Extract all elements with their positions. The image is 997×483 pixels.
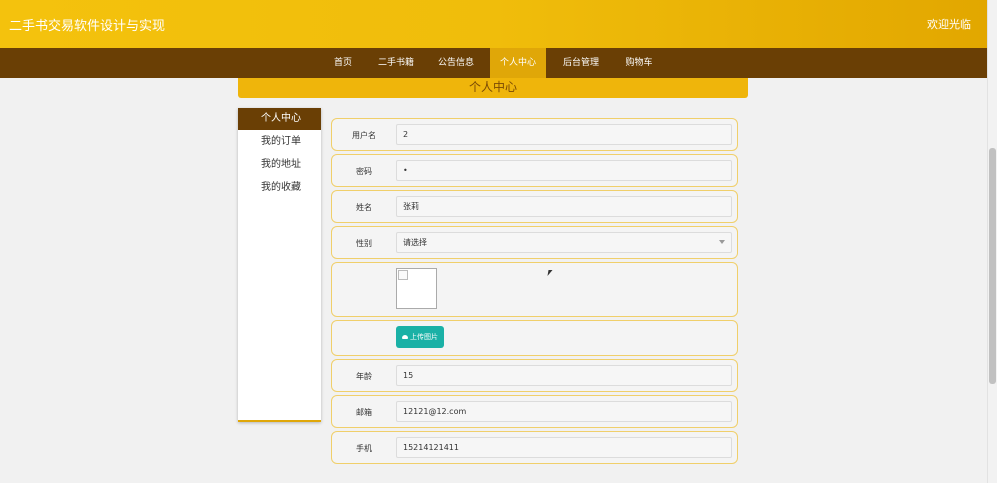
name-label: 姓名 [356,203,372,212]
gender-row: 性别 请选择 [331,226,738,259]
scroll-thumb[interactable] [989,148,996,384]
upload-image-button[interactable]: 上传图片 [396,326,444,348]
site-title: 二手书交易软件设计与实现 [9,19,166,34]
gender-select[interactable]: 请选择 [396,232,732,253]
username-row: 用户名 2 [331,118,738,151]
username-field[interactable]: 2 [396,124,732,145]
nav-home[interactable]: 首页 [326,48,360,78]
email-field[interactable]: 12121@12.com [396,401,732,422]
email-label: 邮箱 [356,408,372,417]
gender-label: 性别 [356,239,372,248]
username-label: 用户名 [352,131,376,140]
header-bar: 二手书交易软件设计与实现 欢迎光临 [0,0,988,48]
nav-notices[interactable]: 公告信息 [434,48,478,78]
sidebar-item-address[interactable]: 我的地址 [238,154,321,176]
sidebar-item-personal-center[interactable]: 个人中心 [238,108,321,130]
nav-books[interactable]: 二手书籍 [374,48,418,78]
nav-cart[interactable]: 购物车 [619,48,659,78]
nav-personal-center[interactable]: 个人中心 [490,48,546,78]
phone-field[interactable]: 15214121411 [396,437,732,458]
avatar-row [331,262,738,317]
age-label: 年龄 [356,372,372,381]
age-field[interactable]: 15 [396,365,732,386]
chevron-down-icon [719,240,725,244]
email-row: 邮箱 12121@12.com [331,395,738,428]
phone-label: 手机 [356,444,372,453]
upload-row: 上传图片 [331,320,738,356]
age-row: 年龄 15 [331,359,738,392]
page-title: 个人中心 [468,80,517,94]
avatar-image [396,268,437,309]
sidebar-item-orders[interactable]: 我的订单 [238,131,321,153]
password-row: 密码 • [331,154,738,187]
nav-admin[interactable]: 后台管理 [557,48,605,78]
page-scrollbar[interactable] [987,0,997,483]
broken-image-icon [398,270,408,280]
password-label: 密码 [356,167,372,176]
phone-row: 手机 15214121411 [331,431,738,464]
cloud-upload-icon [402,335,408,339]
password-field[interactable]: • [396,160,732,181]
main-nav: 首页 二手书籍 公告信息 个人中心 后台管理 购物车 [0,48,988,78]
welcome-text: 欢迎光临 [927,18,971,31]
sidebar: 个人中心 我的订单 我的地址 我的收藏 [238,108,321,422]
page-banner: 个人中心 [238,78,748,98]
name-row: 姓名 张莉 [331,190,738,223]
sidebar-item-favorites[interactable]: 我的收藏 [238,177,321,199]
gender-select-value: 请选择 [403,238,427,247]
name-field[interactable]: 张莉 [396,196,732,217]
upload-button-label: 上传图片 [410,333,438,341]
